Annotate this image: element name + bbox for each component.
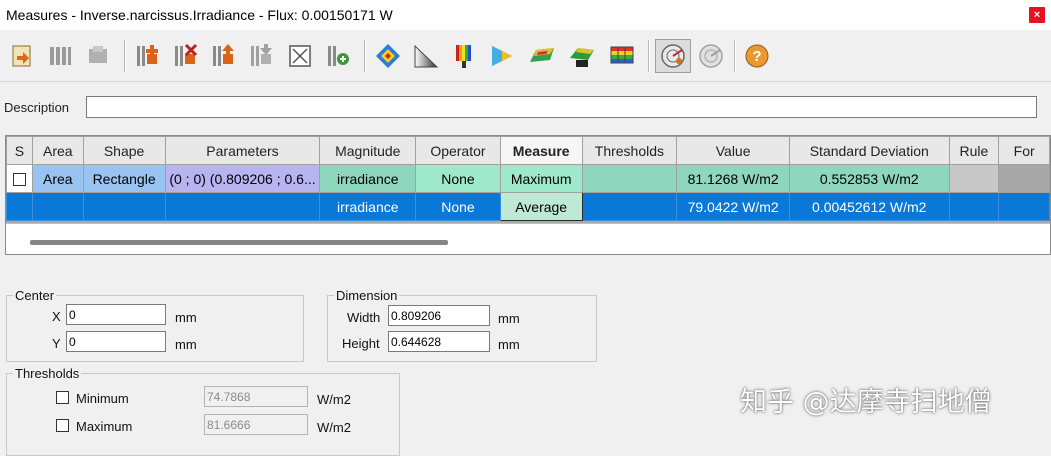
thresholds-group: Thresholds bbox=[6, 366, 400, 456]
cell-parameters[interactable]: (0 ; 0) (0.809206 ; 0.6... bbox=[164, 164, 321, 193]
measures-grid: S Area Shape Parameters Magnitude Operat… bbox=[5, 135, 1051, 255]
header-for[interactable]: For bbox=[998, 136, 1050, 165]
cell-for[interactable] bbox=[998, 164, 1050, 193]
dimension-width-unit: mm bbox=[498, 311, 520, 326]
minimum-label: Minimum bbox=[76, 391, 129, 406]
row-checkbox[interactable] bbox=[12, 173, 26, 187]
header-magnitude[interactable]: Magnitude bbox=[319, 136, 417, 165]
color-wheel-icon[interactable] bbox=[488, 42, 516, 70]
import-icon[interactable] bbox=[8, 42, 36, 70]
title-bar: Measures - Inverse.narcissus.Irradiance … bbox=[0, 0, 1051, 30]
delete-measure-icon[interactable] bbox=[172, 42, 200, 70]
dimension-width-input[interactable] bbox=[388, 305, 490, 326]
help-icon[interactable]: ? bbox=[743, 42, 771, 70]
table-header-row: S Area Shape Parameters Magnitude Operat… bbox=[6, 136, 1050, 165]
gradient-icon[interactable] bbox=[412, 42, 440, 70]
header-operator[interactable]: Operator bbox=[415, 136, 501, 165]
header-standard-deviation[interactable]: Standard Deviation bbox=[789, 136, 950, 165]
cell-shape[interactable] bbox=[82, 192, 166, 221]
add-measure-icon[interactable] bbox=[134, 42, 162, 70]
surface-map-icon[interactable] bbox=[528, 42, 556, 70]
cell-value[interactable]: 79.0422 W/m2 bbox=[676, 192, 791, 221]
toolbar-separator bbox=[124, 40, 126, 72]
header-s[interactable]: S bbox=[6, 136, 33, 165]
center-y-label: Y bbox=[52, 336, 61, 351]
cell-magnitude[interactable]: irradiance bbox=[319, 164, 417, 193]
cell-area[interactable]: Area bbox=[31, 164, 84, 193]
cell-standard-deviation[interactable]: 0.00452612 W/m2 bbox=[789, 192, 950, 221]
cell-thresholds[interactable] bbox=[581, 164, 678, 193]
center-y-input[interactable] bbox=[66, 331, 166, 352]
maximum-checkbox[interactable] bbox=[56, 419, 69, 432]
close-button[interactable]: × bbox=[1029, 7, 1045, 23]
maximum-unit: W/m2 bbox=[317, 420, 351, 435]
header-value[interactable]: Value bbox=[676, 136, 791, 165]
header-area[interactable]: Area bbox=[31, 136, 84, 165]
cell-thresholds[interactable] bbox=[581, 192, 678, 221]
dimension-legend: Dimension bbox=[336, 288, 398, 303]
window-title: Measures - Inverse.narcissus.Irradiance … bbox=[6, 7, 393, 23]
center-y-unit: mm bbox=[175, 337, 197, 352]
grid-empty-area bbox=[6, 223, 1050, 254]
header-thresholds[interactable]: Thresholds bbox=[581, 136, 678, 165]
row-select-cell[interactable] bbox=[6, 164, 33, 193]
cell-rule[interactable] bbox=[948, 164, 1000, 193]
cell-value[interactable]: 81.1268 W/m2 bbox=[676, 164, 791, 193]
toolbar-separator bbox=[648, 40, 650, 72]
minimum-unit: W/m2 bbox=[317, 392, 351, 407]
center-x-label: X bbox=[52, 309, 61, 324]
center-x-unit: mm bbox=[175, 310, 197, 325]
move-up-icon[interactable] bbox=[210, 42, 238, 70]
toolbar: ? bbox=[0, 30, 1051, 82]
radar-disabled-icon bbox=[697, 42, 725, 70]
cell-operator[interactable]: None bbox=[415, 164, 501, 193]
description-input[interactable] bbox=[86, 96, 1037, 118]
watermark-text: 知乎 @达摩寺扫地僧 bbox=[740, 387, 992, 418]
header-parameters[interactable]: Parameters bbox=[164, 136, 321, 165]
table-row[interactable]: Area Rectangle (0 ; 0) (0.809206 ; 0.6..… bbox=[6, 164, 1050, 193]
svg-text:?: ? bbox=[752, 48, 761, 65]
dimension-height-label: Height bbox=[342, 336, 380, 351]
table-row-selected[interactable]: irradiance None Average 79.0422 W/m2 0.0… bbox=[6, 192, 1050, 221]
measures-table: S Area Shape Parameters Magnitude Operat… bbox=[6, 136, 1050, 221]
color-diamond-icon[interactable] bbox=[374, 42, 402, 70]
center-legend: Center bbox=[15, 288, 55, 303]
add-text-icon[interactable] bbox=[324, 42, 352, 70]
cell-operator[interactable]: None bbox=[415, 192, 501, 221]
palette-icon[interactable] bbox=[450, 42, 478, 70]
table-color-icon[interactable] bbox=[608, 42, 636, 70]
cell-magnitude[interactable]: irradiance bbox=[319, 192, 417, 221]
cell-measure[interactable]: Average bbox=[499, 192, 583, 221]
header-shape[interactable]: Shape bbox=[82, 136, 166, 165]
thresholds-legend: Thresholds bbox=[15, 366, 80, 381]
header-rule[interactable]: Rule bbox=[948, 136, 1000, 165]
header-measure[interactable]: Measure bbox=[499, 136, 583, 165]
fit-icon[interactable] bbox=[286, 42, 314, 70]
grid-icon[interactable] bbox=[46, 42, 74, 70]
dimension-width-label: Width bbox=[347, 310, 381, 325]
minimum-checkbox[interactable] bbox=[56, 391, 69, 404]
grid-disabled-icon bbox=[84, 42, 112, 70]
horizontal-scrollbar-thumb[interactable] bbox=[30, 240, 448, 245]
cell-area[interactable] bbox=[31, 192, 84, 221]
maximum-label: Maximum bbox=[76, 419, 133, 434]
cell-s[interactable] bbox=[6, 192, 33, 221]
cell-for[interactable] bbox=[998, 192, 1050, 221]
dimension-height-input[interactable] bbox=[388, 331, 490, 352]
description-label: Description bbox=[4, 100, 70, 115]
cell-parameters[interactable] bbox=[164, 192, 321, 221]
cell-shape[interactable]: Rectangle bbox=[82, 164, 166, 193]
center-x-input[interactable] bbox=[66, 304, 166, 325]
move-down-icon[interactable] bbox=[248, 42, 276, 70]
cell-standard-deviation[interactable]: 0.552853 W/m2 bbox=[789, 164, 950, 193]
surface-3d-icon[interactable] bbox=[568, 42, 596, 70]
cell-rule[interactable] bbox=[948, 192, 1000, 221]
cell-measure[interactable]: Maximum bbox=[499, 164, 583, 193]
dimension-height-unit: mm bbox=[498, 337, 520, 352]
minimum-input bbox=[204, 386, 308, 407]
toolbar-separator bbox=[734, 40, 736, 72]
maximum-input bbox=[204, 414, 308, 435]
toolbar-separator bbox=[364, 40, 366, 72]
radar-icon[interactable] bbox=[659, 42, 687, 70]
